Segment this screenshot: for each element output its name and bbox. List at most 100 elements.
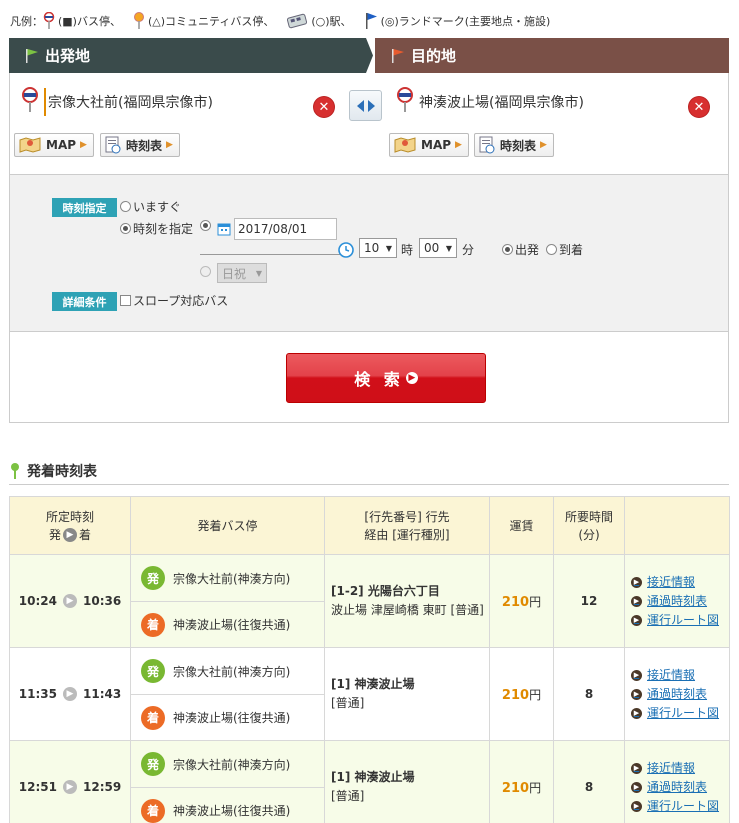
arrive-radio[interactable]: [546, 244, 557, 255]
chevron-right-icon: ▶: [631, 707, 642, 719]
departure-timetable-button[interactable]: 時刻表 ▶: [100, 133, 180, 157]
table-row: 12:51 ▶ 12:59 発宗像大社前(神湊方向) 着神湊波止場(往復共通) [1…: [9, 740, 730, 823]
link-text: 接近情報: [647, 574, 696, 589]
daytype-radio[interactable]: [200, 266, 211, 277]
slope-checkbox[interactable]: [120, 295, 131, 306]
arrival-badge: 着: [141, 705, 165, 730]
section-title-text: 発着時刻表: [27, 464, 97, 480]
approach-info-link[interactable]: ▶ 接近情報: [631, 573, 729, 592]
link-text: 通過時刻表: [647, 779, 708, 794]
dep-stop: 宗像大社前(神湊方向): [173, 571, 291, 586]
fare-unit: 円: [529, 594, 542, 609]
header-time: 所定時刻 発 ▶ 着: [9, 496, 131, 555]
close-icon: ✕: [693, 99, 705, 115]
now-radio[interactable]: [120, 201, 131, 212]
bus-stop-icon: [397, 87, 413, 117]
fare-cell: 210円: [489, 647, 554, 741]
time-cell: 10:24 ▶ 10:36: [9, 554, 131, 648]
dep-time: 11:35: [18, 686, 57, 701]
section-title: 発着時刻表: [9, 458, 729, 485]
arr-stop-row: 着神湊波止場(往復共通): [131, 601, 324, 647]
play-arrow-icon: ▶: [166, 140, 173, 150]
fare-unit: 円: [529, 780, 542, 795]
minute-value: 00: [424, 241, 440, 255]
fare-value: 210: [501, 594, 530, 610]
link-text: 運行ルート図: [647, 612, 720, 627]
swap-button[interactable]: [349, 90, 382, 121]
hour-unit: 時: [401, 243, 414, 257]
arrival-stop[interactable]: 神湊波止場(福岡県宗像市): [397, 87, 584, 117]
link-text: 通過時刻表: [647, 686, 708, 701]
date-radio-wrap[interactable]: [200, 220, 213, 231]
detail-tag: 詳細条件: [52, 292, 117, 311]
table-row: 10:24 ▶ 10:36 発宗像大社前(神湊方向) 着神湊波止場(往復共通) [1…: [9, 554, 730, 648]
header-route: [行先番号] 行先 経由 [運行種別]: [324, 496, 490, 555]
arr-time: 10:36: [83, 593, 122, 608]
depart-radio[interactable]: [502, 244, 513, 255]
community-bus-stop-icon: [133, 12, 144, 29]
route-map-link[interactable]: ▶ 運行ルート図: [631, 611, 729, 630]
calendar-icon[interactable]: [217, 222, 231, 236]
passing-timetable-link[interactable]: ▶ 通過時刻表: [631, 778, 729, 797]
departure-map-button[interactable]: MAP ▶: [14, 133, 94, 157]
approach-info-link[interactable]: ▶ 接近情報: [631, 759, 729, 778]
time-cell: 12:51 ▶ 12:59: [9, 740, 131, 823]
now-option[interactable]: いますぐ: [120, 198, 181, 215]
date-input[interactable]: 2017/08/01: [234, 218, 337, 240]
clear-arrival-button[interactable]: ✕: [689, 97, 709, 117]
slope-option[interactable]: スロープ対応バス: [120, 292, 228, 309]
route-title: [1] 神湊波止場: [331, 770, 415, 784]
chevron-right-icon: ▶: [631, 688, 642, 700]
date-radio[interactable]: [200, 220, 211, 231]
route-cell: [1-2] 光陽台六丁目 波止場 津屋崎橋 東町 [普通]: [324, 554, 490, 648]
passing-timetable-link[interactable]: ▶ 通過時刻表: [631, 685, 729, 704]
play-arrow-icon: ▶: [455, 140, 462, 150]
chevron-right-icon: ▶: [631, 576, 642, 588]
stops-cell: 発宗像大社前(神湊方向) 着神湊波止場(往復共通): [130, 647, 325, 741]
daytype-select[interactable]: 日祝 ▼: [217, 263, 267, 283]
route-cell: [1] 神湊波止場 [普通]: [324, 740, 490, 823]
header-fare: 運賃: [489, 496, 554, 555]
departure-stop[interactable]: 宗像大社前(福岡県宗像市): [22, 87, 213, 117]
arr-stop: 神湊波止場(往復共通): [173, 618, 291, 632]
chevron-right-icon: ▶: [631, 614, 642, 626]
map-icon: [394, 137, 416, 153]
header-duration-line1: 所要時間: [564, 509, 613, 524]
route-map-link[interactable]: ▶ 運行ルート図: [631, 797, 729, 816]
arrival-timetable-button[interactable]: 時刻表 ▶: [474, 133, 554, 157]
route-map-link[interactable]: ▶ 運行ルート図: [631, 704, 729, 723]
arrival-badge: 着: [141, 798, 165, 823]
header-arr: 着: [79, 527, 92, 542]
passing-timetable-link[interactable]: ▶ 通過時刻表: [631, 592, 729, 611]
arr-stop: 神湊波止場(往復共通): [173, 711, 291, 725]
approach-info-link[interactable]: ▶ 接近情報: [631, 666, 729, 685]
fare-cell: 210円: [489, 740, 554, 823]
daytype-radio-wrap[interactable]: [200, 266, 213, 277]
timetable-label: 時刻表: [500, 138, 537, 153]
header-route-line2: 経由 [運行種別]: [364, 527, 450, 542]
arrive-option[interactable]: 到着: [546, 241, 583, 258]
duration-cell: 8: [553, 740, 625, 823]
minute-select[interactable]: 00 ▼: [419, 238, 457, 258]
clear-departure-button[interactable]: ✕: [314, 97, 334, 117]
search-button[interactable]: 検 索 ▶: [286, 353, 486, 403]
timetable-icon: [479, 136, 495, 154]
header-stops: 発着バス停: [130, 496, 325, 555]
daytype-value: 日祝: [222, 266, 247, 281]
duration-cell: 8: [553, 647, 625, 741]
dep-stop-row: 発宗像大社前(神湊方向): [131, 741, 324, 787]
link-text: 運行ルート図: [647, 798, 720, 813]
fare-cell: 210円: [489, 554, 554, 648]
specify-radio[interactable]: [120, 223, 131, 234]
search-options: 時刻指定 いますぐ 時刻を指定 2017/08/01 10 ▼ 時 00 ▼ 分 出…: [9, 174, 729, 332]
specify-option[interactable]: 時刻を指定: [120, 220, 193, 237]
dep-stop-row: 発宗像大社前(神湊方向): [131, 648, 324, 694]
arrival-header-title: 目的地: [411, 47, 457, 65]
time-cell: 11:35 ▶ 11:43: [9, 647, 131, 741]
hour-select[interactable]: 10 ▼: [359, 238, 397, 258]
legend-item-station: (○)駅、: [286, 12, 352, 30]
depart-option[interactable]: 出発: [502, 241, 539, 258]
arrival-map-button[interactable]: MAP ▶: [389, 133, 469, 157]
dep-stop: 宗像大社前(神湊方向): [173, 664, 291, 679]
pin-icon: [9, 462, 23, 480]
